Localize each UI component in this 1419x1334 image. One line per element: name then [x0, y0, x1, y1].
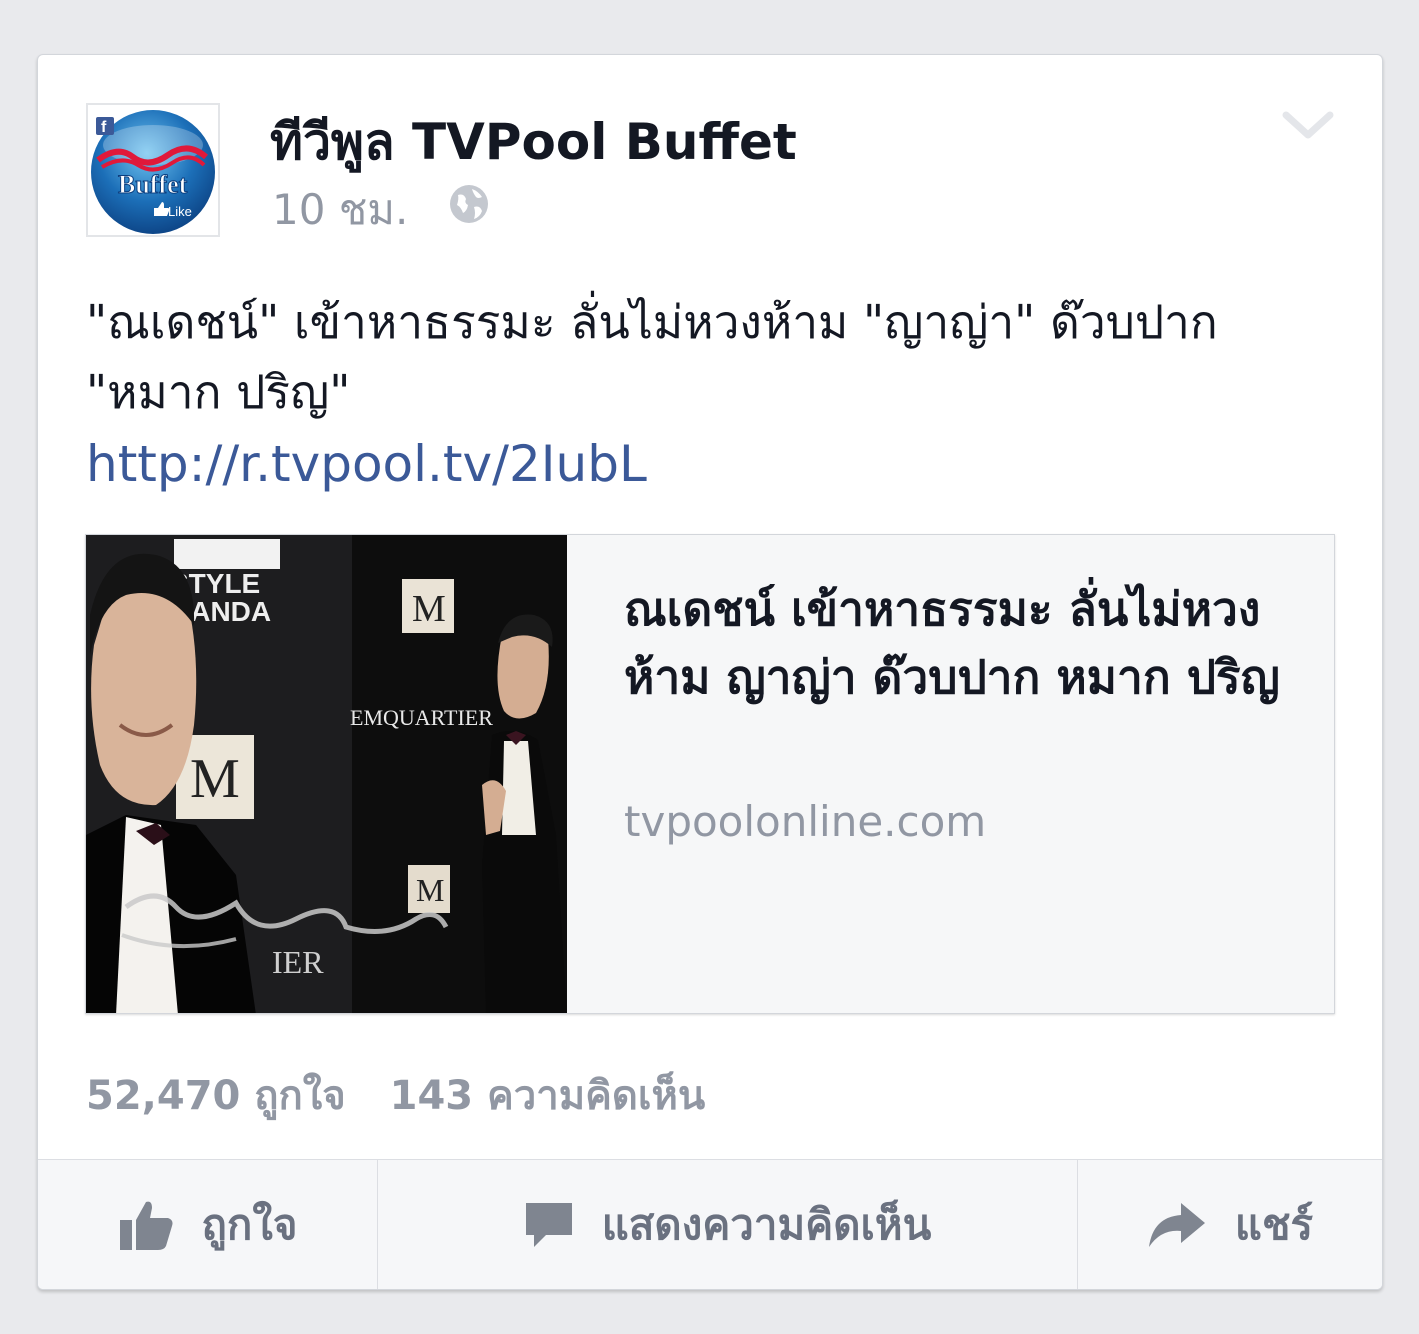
share-arrow-icon — [1147, 1201, 1207, 1249]
thumbs-up-icon — [118, 1198, 174, 1252]
preview-title[interactable]: ณเดชน์ เข้าหาธรรมะ ลั่นไม่หวงห้าม ญาญ่า … — [624, 575, 1284, 711]
page-avatar[interactable]: f Buffet Like — [86, 103, 220, 237]
like-button[interactable]: ถูกใจ — [38, 1160, 377, 1289]
preview-image[interactable]: STYLE NANDA M EMQUARTIER M M IER — [86, 535, 567, 1014]
preview-domain: tvpoolonline.com — [624, 797, 987, 846]
post-card: f Buffet Like ทีวีพูล TVPool Buffet 10 ช… — [37, 54, 1383, 1290]
svg-text:M: M — [416, 872, 444, 908]
like-label: ถูกใจ — [201, 1200, 298, 1249]
like-count[interactable]: 52,470 ถูกใจ — [86, 1073, 346, 1119]
comment-label: แสดงความคิดเห็น — [601, 1200, 932, 1249]
chevron-down-icon[interactable] — [1282, 107, 1334, 143]
post-timestamp[interactable]: 10 ชม. — [272, 177, 408, 243]
comment-bubble-icon — [524, 1201, 574, 1249]
action-bar: ถูกใจ แสดงความคิดเห็น แชร์ — [38, 1159, 1382, 1289]
tvpool-buffet-logo: f Buffet Like — [91, 110, 215, 234]
comment-count[interactable]: 143 ความคิดเห็น — [390, 1073, 706, 1119]
svg-text:f: f — [101, 119, 107, 136]
svg-text:M: M — [412, 588, 446, 630]
link-preview[interactable]: STYLE NANDA M EMQUARTIER M M IER ณเดชน์ … — [85, 534, 1335, 1014]
svg-text:Buffet: Buffet — [118, 170, 188, 199]
post-url-link[interactable]: http://r.tvpool.tv/2IubL — [86, 429, 647, 499]
globe-icon — [450, 185, 488, 223]
page-name-link[interactable]: ทีวีพูล TVPool Buffet — [270, 103, 797, 182]
reaction-counts: 52,470 ถูกใจ 143 ความคิดเห็น — [86, 1063, 735, 1127]
post-message: "ณเดชน์" เข้าหาธรรมะ ลั่นไม่หวงห้าม "ญาญ… — [86, 295, 1218, 419]
svg-text:EMQUARTIER: EMQUARTIER — [350, 705, 493, 730]
svg-text:M: M — [190, 748, 240, 810]
svg-text:Like: Like — [168, 204, 192, 219]
comment-button[interactable]: แสดงความคิดเห็น — [377, 1160, 1077, 1289]
share-label: แชร์ — [1234, 1200, 1314, 1249]
share-button[interactable]: แชร์ — [1077, 1160, 1382, 1289]
svg-text:IER: IER — [272, 944, 324, 980]
